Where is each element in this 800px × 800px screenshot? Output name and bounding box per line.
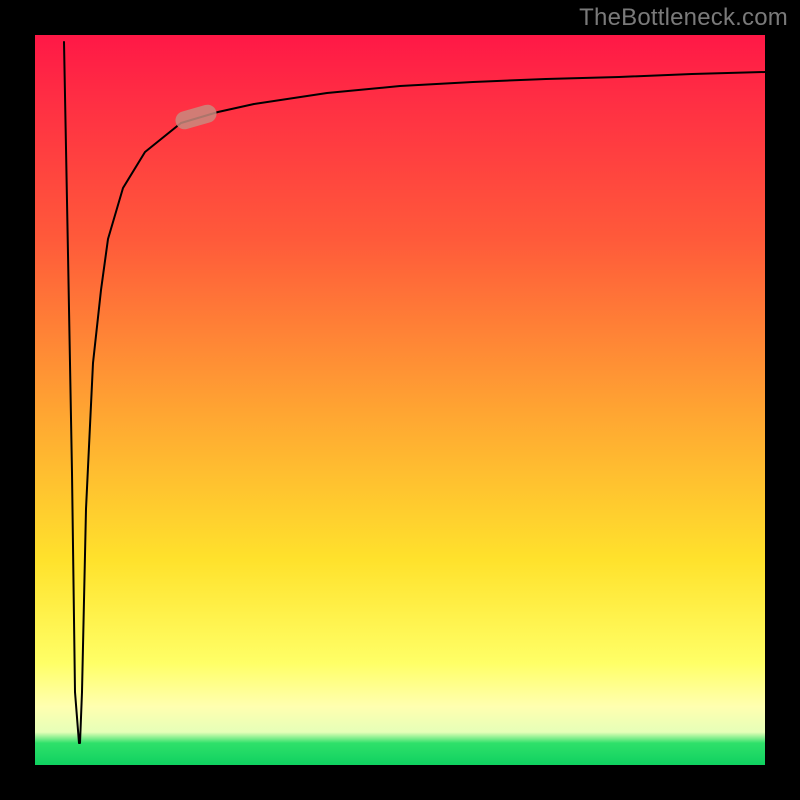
curve-layer [35,35,765,765]
frame-border-left [0,0,35,800]
chart-frame: TheBottleneck.com [0,0,800,800]
curve-marker-pill [173,103,218,132]
frame-border-right [765,0,800,800]
frame-border-top [0,0,800,35]
bottleneck-curve [64,42,765,743]
frame-border-bottom [0,765,800,800]
